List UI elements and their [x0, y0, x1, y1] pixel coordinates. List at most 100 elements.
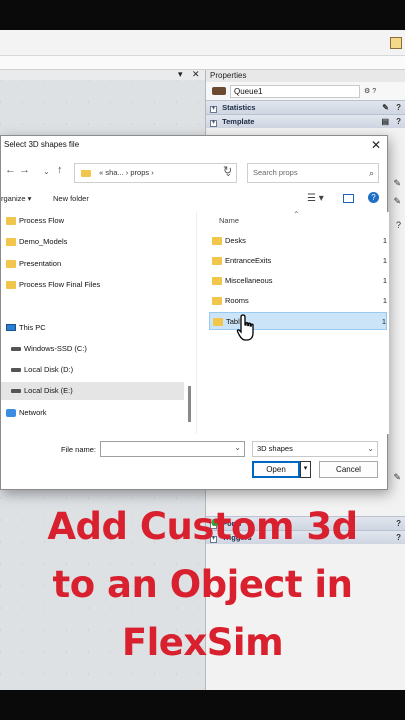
refresh-icon[interactable]: ↻	[223, 164, 232, 177]
pin-icon[interactable]: ✎	[382, 101, 389, 114]
object-name-field[interactable]: Queue1	[230, 84, 360, 98]
sort-caret-icon: ⌃	[293, 210, 300, 219]
close-icon[interactable]: ✕	[371, 138, 381, 152]
bottom-black-bar	[0, 690, 405, 720]
pencil-icon[interactable]: ✎	[393, 472, 401, 483]
folder-row-entranceexits[interactable]: EntranceExits 1	[209, 252, 387, 270]
nav-item-label: Process Flow	[19, 216, 65, 225]
help-icon[interactable]: ?	[396, 101, 401, 114]
help-icon[interactable]: ?	[368, 192, 379, 203]
command-bar: rganize ▾ New folder ☰ ▾ ?	[1, 192, 389, 208]
nav-item-label: Process Flow Final Files	[19, 280, 101, 289]
up-arrow-icon[interactable]: ↑	[57, 164, 63, 176]
organize-button[interactable]: rganize ▾	[1, 194, 31, 203]
properties-title: Properties	[206, 70, 405, 82]
back-arrow-icon[interactable]: ←	[5, 164, 16, 176]
folder-name: Desks	[225, 236, 246, 245]
dropdown-arrow-icon[interactable]: ▾	[178, 69, 183, 80]
folder-date-fragment: 1	[382, 296, 387, 305]
breadcrumb[interactable]: « sha... › props ›	[99, 168, 154, 177]
template-icon[interactable]: ▤	[381, 115, 389, 128]
folder-row-miscellaneous[interactable]: Miscellaneous 1	[209, 272, 387, 290]
forward-arrow-icon[interactable]: →	[19, 164, 30, 176]
help-icon[interactable]: ?	[396, 115, 401, 128]
address-bar[interactable]: « sha... › props › ⌄	[74, 163, 237, 183]
search-icon[interactable]: ⌕	[369, 164, 374, 182]
folder-row-rooms[interactable]: Rooms 1	[209, 292, 387, 310]
nav-item-process-flow[interactable]: Process Flow	[1, 212, 184, 230]
object-row: Queue1 ⚙ ?	[206, 82, 405, 100]
recent-dropdown-icon[interactable]: ⌄	[43, 167, 50, 176]
pc-icon	[6, 324, 16, 331]
dialog-title: Select 3D shapes file	[4, 140, 80, 149]
navigation-row: ← → ⌄ ↑ « sha... › props › ⌄ ↻ Search pr…	[1, 162, 389, 184]
folder-icon	[6, 281, 16, 289]
search-input[interactable]: Search props ⌕	[247, 163, 379, 183]
open-options-arrow[interactable]: ▾	[300, 461, 311, 478]
preview-pane-icon[interactable]	[343, 194, 354, 203]
folder-icon	[6, 260, 16, 268]
object-tools-icon[interactable]: ⚙ ?	[364, 87, 376, 95]
caption-line: to an Object in	[52, 563, 353, 606]
file-dialog: Select 3D shapes file ✕ ← → ⌄ ↑ « sha...…	[0, 135, 389, 490]
toolbar-folder-icon[interactable]	[390, 37, 402, 49]
caption-line: Add Custom 3d	[47, 505, 358, 548]
folder-icon	[212, 277, 222, 285]
file-name-input[interactable]: ⌄	[100, 441, 245, 457]
collapse-toggle-icon[interactable]: +	[210, 106, 217, 113]
nav-item-process-flow-final-files[interactable]: Process Flow Final Files	[1, 276, 184, 294]
app-toolbar-secondary	[0, 56, 405, 70]
file-name-label: File name:	[61, 445, 97, 454]
nav-item-label: This PC	[19, 323, 46, 332]
folder-row-desks[interactable]: Desks 1	[209, 232, 387, 250]
disk-icon	[11, 347, 21, 351]
disk-icon	[11, 389, 21, 393]
folder-date-fragment: 1	[382, 276, 387, 285]
pencil-icon[interactable]: ✎	[393, 196, 401, 207]
nav-item-network[interactable]: Network	[1, 404, 184, 422]
folder-icon	[212, 237, 222, 245]
nav-item-windows-ssd[interactable]: Windows-SSD (C:)	[1, 340, 184, 358]
caption-line: FlexSim	[121, 621, 284, 664]
nav-item-label: Network	[19, 408, 47, 417]
folder-icon	[213, 318, 223, 326]
nav-item-local-disk-d[interactable]: Local Disk (D:)	[1, 361, 184, 379]
folder-name: Rooms	[225, 296, 249, 305]
nav-item-local-disk-e[interactable]: Local Disk (E:)	[1, 382, 184, 400]
mouse-cursor-icon	[236, 314, 254, 341]
folder-icon	[6, 238, 16, 246]
section-template[interactable]: + Template ▤ ?	[206, 114, 405, 128]
pencil-icon[interactable]: ✎	[393, 178, 401, 189]
folder-date-fragment: 1	[381, 317, 386, 326]
nav-item-label: Presentation	[19, 259, 62, 268]
folder-icon	[6, 217, 16, 225]
view-options-icon[interactable]: ☰ ▾	[307, 193, 324, 204]
folder-date-fragment: 1	[382, 256, 387, 265]
chevron-down-icon[interactable]: ⌄	[234, 443, 241, 452]
section-statistics[interactable]: + Statistics ✎ ?	[206, 100, 405, 114]
nav-scrollbar[interactable]	[188, 386, 191, 422]
section-label: Template	[222, 117, 255, 126]
close-view-icon[interactable]: ✕	[192, 69, 200, 80]
column-header-name[interactable]: Name	[219, 216, 239, 225]
search-placeholder: Search props	[253, 168, 298, 177]
queue-icon	[212, 87, 226, 95]
nav-item-label: Demo_Models	[19, 237, 68, 246]
help-icon[interactable]: ?	[396, 220, 401, 230]
cancel-button[interactable]: Cancel	[319, 461, 378, 478]
navigation-pane: Process Flow Demo_Models Presentation Pr…	[1, 212, 186, 434]
folder-date-fragment: 1	[382, 236, 387, 245]
folder-icon	[212, 297, 222, 305]
collapse-toggle-icon[interactable]: +	[210, 120, 217, 127]
new-folder-button[interactable]: New folder	[53, 194, 89, 203]
nav-item-label: Local Disk (E:)	[24, 386, 73, 395]
nav-item-presentation[interactable]: Presentation	[1, 255, 184, 273]
file-type-select[interactable]: 3D shapes ⌄	[252, 441, 378, 457]
nav-item-this-pc[interactable]: This PC	[1, 319, 184, 337]
video-caption: Add Custom 3d to an Object in FlexSim	[0, 498, 405, 672]
nav-item-demo-models[interactable]: Demo_Models	[1, 233, 184, 251]
file-type-value: 3D shapes	[257, 444, 293, 453]
chevron-down-icon[interactable]: ⌄	[367, 442, 374, 456]
folder-name: EntranceExits	[225, 256, 272, 265]
open-button[interactable]: Open	[252, 461, 300, 478]
